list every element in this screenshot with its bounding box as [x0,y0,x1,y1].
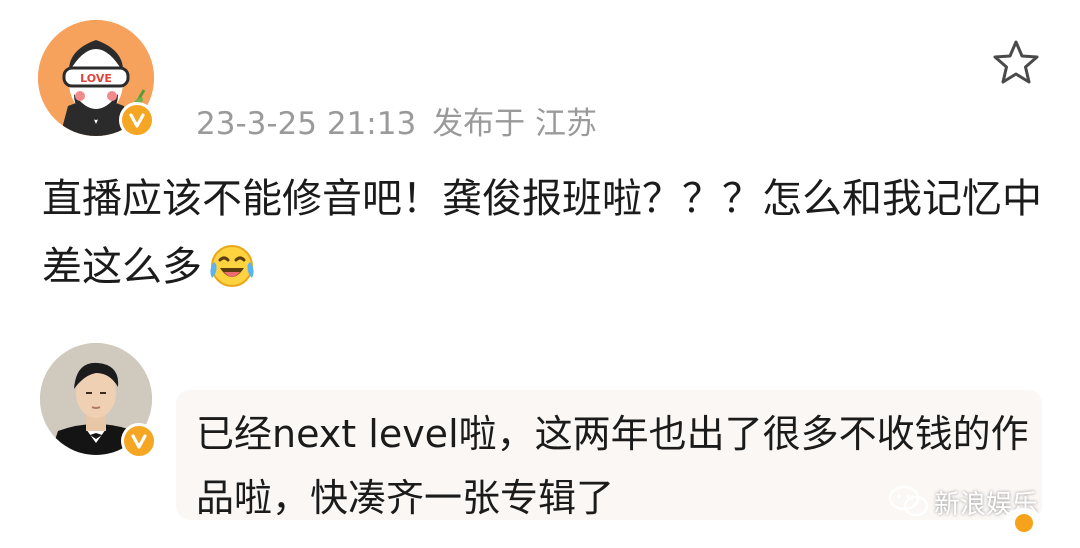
post-text: 直播应该不能修音吧！龚俊报班啦？？？怎么和我记忆中差这么多 [42,176,1042,290]
post-meta: 23-3-25 21:13 发布于 江苏 [196,98,597,143]
post-timestamp: 23-3-25 21:13 [196,106,417,142]
verified-badge-icon [121,423,157,459]
wechat-icon [888,485,929,517]
star-outline-icon [993,40,1039,84]
verified-badge-icon [119,102,155,138]
favorite-star-button[interactable] [990,38,1042,86]
post-location: 发布于 江苏 [432,106,598,142]
post-text-block: 直播应该不能修音吧！龚俊报班啦？？？怎么和我记忆中差这么多 [42,165,1042,301]
egg-logo-icon [1003,508,1043,536]
laugh-cry-emoji [206,241,258,287]
svg-text:LOVE: LOVE [80,72,112,85]
